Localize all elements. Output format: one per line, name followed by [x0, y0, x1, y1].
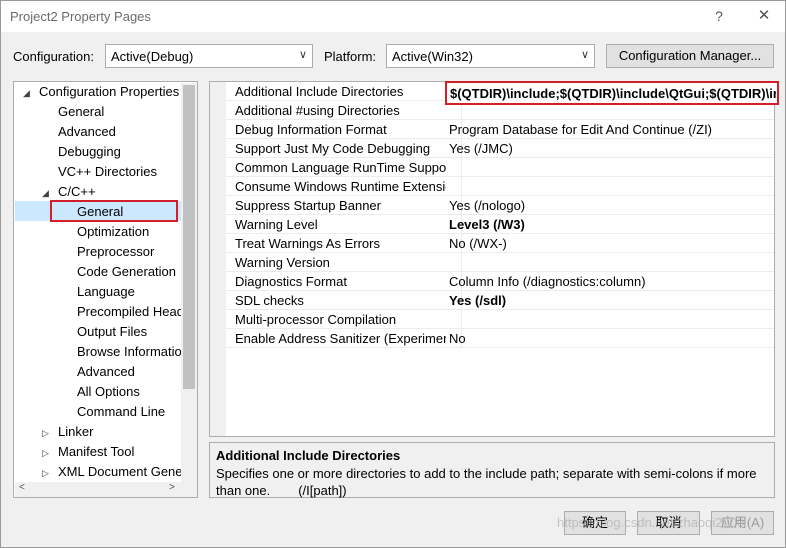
property-row[interactable]: Debug Information Format Program Database… — [226, 120, 774, 139]
property-name: Common Language RunTime Support — [235, 160, 446, 175]
property-value: Column Info (/diagnostics:column) — [449, 274, 646, 289]
platform-dropdown[interactable]: Active(Win32) ∨ — [386, 44, 595, 68]
property-row[interactable]: Warning Level Level3 (/W3) — [226, 215, 774, 234]
property-row[interactable]: Treat Warnings As Errors No (/WX-) — [226, 234, 774, 253]
tree-item-command-line[interactable]: Command Line — [77, 402, 165, 422]
property-name: Enable Address Sanitizer (Experimental) — [235, 331, 446, 346]
configuration-value: Active(Debug) — [111, 49, 194, 64]
tree-item-xml-document-generator[interactable]: XML Document Gene — [58, 462, 183, 482]
tree-item-general[interactable]: General — [58, 102, 104, 122]
scroll-right-icon[interactable]: > — [169, 482, 175, 493]
property-pages-window: Project2 Property Pages ? ✕ Configuratio… — [0, 0, 786, 548]
description-title: Additional Include Directories — [216, 448, 401, 463]
platform-label: Platform: — [324, 49, 377, 64]
title-bar: Project2 Property Pages ? ✕ — [1, 1, 785, 32]
scroll-left-icon[interactable]: < — [19, 482, 25, 493]
expand-collapse-icon[interactable]: ▷ — [42, 448, 49, 459]
expand-collapse-icon[interactable]: ◢ — [42, 188, 49, 199]
description-text: Specifies one or more directories to add… — [216, 465, 766, 499]
tree-item-precompiled-headers[interactable]: Precompiled Head — [77, 302, 184, 322]
column-divider — [461, 177, 462, 196]
watermark: https://blog.csdn.net/zhaoqi2000 — [557, 515, 745, 530]
property-name: Additional Include Directories — [235, 84, 404, 99]
grid-gutter — [210, 82, 226, 436]
platform-value: Active(Win32) — [392, 49, 473, 64]
window-title: Project2 Property Pages — [10, 9, 151, 24]
column-divider — [461, 310, 462, 329]
description-panel: Additional Include Directories Specifies… — [209, 442, 775, 498]
property-row[interactable]: Suppress Startup Banner Yes (/nologo) — [226, 196, 774, 215]
tree-item-output-files[interactable]: Output Files — [77, 322, 147, 342]
property-row[interactable]: Warning Version — [226, 253, 774, 272]
scrollbar-corner — [181, 482, 197, 497]
property-value: Yes (/sdl) — [449, 293, 507, 308]
property-value: Program Database for Edit And Continue (… — [449, 122, 713, 137]
description-switch: (/I[path]) — [298, 483, 347, 498]
include-directories-value-editor[interactable]: $(QTDIR)\include;$(QTDIR)\include\QtGui;… — [445, 81, 779, 105]
property-row[interactable]: Support Just My Code Debugging Yes (/JMC) — [226, 139, 774, 158]
configuration-label: Configuration: — [13, 49, 94, 64]
configuration-dropdown[interactable]: Active(Debug) ∨ — [105, 44, 313, 68]
property-name: Warning Level — [235, 217, 318, 232]
expand-collapse-icon[interactable]: ▷ — [42, 468, 49, 479]
tree-item-advanced[interactable]: Advanced — [58, 122, 116, 142]
property-row[interactable]: Enable Address Sanitizer (Experimental) N… — [226, 329, 774, 348]
property-row[interactable]: Common Language RunTime Support — [226, 158, 774, 177]
chevron-down-icon: ∨ — [298, 49, 307, 61]
property-name: SDL checks — [235, 293, 304, 308]
tree-item-linker[interactable]: Linker — [58, 422, 93, 442]
property-tree: ◢ Configuration Properties General Advan… — [13, 81, 198, 498]
tree-item-configuration-properties[interactable]: Configuration Properties — [39, 82, 179, 102]
property-value: No — [449, 331, 466, 346]
tree-item-cpp-advanced[interactable]: Advanced — [77, 362, 135, 382]
property-name: Suppress Startup Banner — [235, 198, 381, 213]
property-grid: Additional Include Directories Additiona… — [209, 81, 775, 437]
tree-item-debugging[interactable]: Debugging — [58, 142, 121, 162]
property-name: Warning Version — [235, 255, 330, 270]
tree-item-language[interactable]: Language — [77, 282, 135, 302]
property-name: Debug Information Format — [235, 122, 387, 137]
property-name: Treat Warnings As Errors — [235, 236, 380, 251]
property-name: Support Just My Code Debugging — [235, 141, 431, 156]
scrollbar-thumb[interactable] — [183, 85, 195, 389]
tree-item-code-generation[interactable]: Code Generation — [77, 262, 176, 282]
property-name: Multi-processor Compilation — [235, 312, 397, 327]
expand-collapse-icon[interactable]: ◢ — [23, 88, 30, 99]
property-name: Diagnostics Format — [235, 274, 347, 289]
help-icon[interactable]: ? — [706, 5, 732, 27]
property-value: Level3 (/W3) — [449, 217, 525, 232]
column-divider — [461, 253, 462, 272]
property-row[interactable]: Consume Windows Runtime Extension — [226, 177, 774, 196]
property-name: Consume Windows Runtime Extension — [235, 179, 446, 194]
chevron-down-icon: ∨ — [580, 49, 589, 61]
tree-item-preprocessor[interactable]: Preprocessor — [77, 242, 154, 262]
property-row[interactable]: SDL checks Yes (/sdl) — [226, 291, 774, 310]
tree-item-cpp-general[interactable]: General — [77, 202, 123, 222]
tree-item-all-options[interactable]: All Options — [77, 382, 140, 402]
column-divider — [461, 158, 462, 177]
tree-horizontal-scrollbar[interactable]: < > — [15, 482, 181, 497]
tree-item-optimization[interactable]: Optimization — [77, 222, 149, 242]
close-icon[interactable]: ✕ — [751, 5, 777, 27]
property-value[interactable]: $(QTDIR)\include;$(QTDIR)\include\QtGui;… — [450, 86, 776, 101]
property-value: No (/WX-) — [449, 236, 507, 251]
property-row[interactable]: Multi-processor Compilation — [226, 310, 774, 329]
tree-item-manifest-tool[interactable]: Manifest Tool — [58, 442, 134, 462]
configuration-manager-button[interactable]: Configuration Manager... — [606, 44, 774, 68]
property-value: Yes (/JMC) — [449, 141, 513, 156]
tree-vertical-scrollbar[interactable] — [181, 83, 197, 482]
expand-collapse-icon[interactable]: ▷ — [42, 428, 49, 439]
property-name: Additional #using Directories — [235, 103, 400, 118]
tree-item-c-cpp[interactable]: C/C++ — [58, 182, 96, 202]
tree-item-browse-information[interactable]: Browse Informatio — [77, 342, 182, 362]
property-row[interactable]: Diagnostics Format Column Info (/diagnost… — [226, 272, 774, 291]
property-value: Yes (/nologo) — [449, 198, 526, 213]
tree-item-vc-directories[interactable]: VC++ Directories — [58, 162, 157, 182]
